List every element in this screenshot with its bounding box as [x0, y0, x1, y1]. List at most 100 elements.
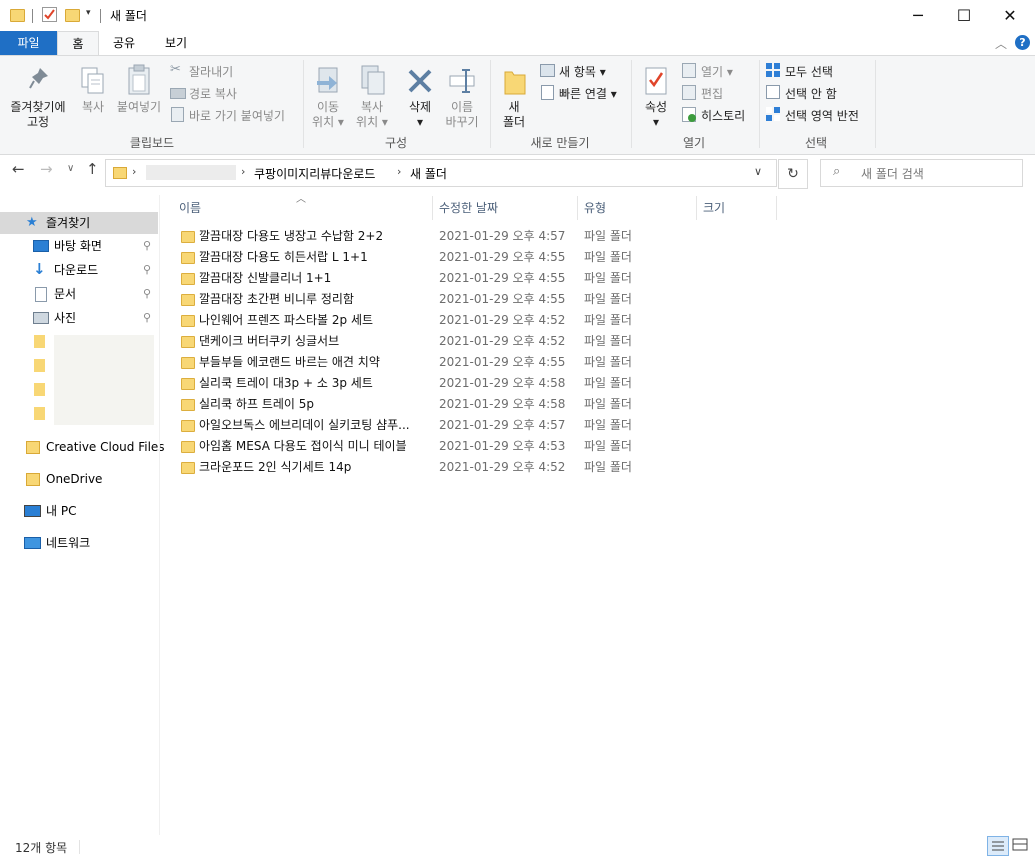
- rename-label: 이름 바꾸기: [445, 100, 479, 129]
- breadcrumb-item[interactable]: 쿠팡이미지리뷰다운로드: [254, 165, 375, 182]
- nav-onedrive[interactable]: OneDrive: [0, 468, 158, 490]
- history-label: 히스토리: [701, 109, 746, 123]
- column-separator[interactable]: [577, 196, 578, 220]
- pin-to-quick-access-button[interactable]: 즐겨찾기에 고정: [4, 60, 72, 130]
- list-item[interactable]: 깔끔대장 초간편 비니루 정리함 2021-01-29 오후 4:55 파일 폴더: [175, 289, 645, 310]
- search-input[interactable]: ⌕ 새 폴더 검색: [820, 159, 1023, 187]
- recent-locations-icon[interactable]: ∨: [67, 163, 74, 174]
- copy-to-button[interactable]: 복사 위치 ▾: [351, 60, 393, 132]
- large-icons-view-icon[interactable]: [1011, 837, 1029, 853]
- paste-shortcut-icon: [171, 107, 184, 122]
- paste-icon: [128, 64, 150, 95]
- copy-button[interactable]: 복사: [76, 60, 110, 130]
- rename-button[interactable]: 이름 바꾸기: [441, 60, 483, 132]
- refresh-icon[interactable]: ↻: [778, 159, 808, 189]
- new-folder-quick-icon[interactable]: [65, 9, 80, 22]
- column-separator[interactable]: [776, 196, 777, 220]
- list-item[interactable]: 아임홈 MESA 다용도 접이식 미니 테이블 2021-01-29 오후 4:5…: [175, 436, 645, 457]
- properties-label: 속성 ▾: [644, 100, 668, 129]
- list-item[interactable]: 깔끔대장 다용도 히든서랍 L 1+1 2021-01-29 오후 4:55 파일 …: [175, 247, 645, 268]
- move-to-button[interactable]: 이동 위치 ▾: [307, 60, 349, 132]
- file-date: 2021-01-29 오후 4:58: [439, 397, 566, 411]
- tab-file[interactable]: 파일: [0, 31, 57, 55]
- delete-label: 삭제 ▾: [408, 100, 432, 129]
- list-item[interactable]: 실리쿡 트레이 대3p + 소 3p 세트 2021-01-29 오후 4:58 파…: [175, 373, 645, 394]
- tab-view[interactable]: 보기: [155, 31, 197, 55]
- delete-icon: [408, 69, 432, 93]
- column-separator[interactable]: [696, 196, 697, 220]
- forward-icon[interactable]: →: [40, 160, 53, 178]
- back-icon[interactable]: ←: [12, 160, 25, 178]
- list-item[interactable]: 아일오브독스 에브리데이 실키코팅 샴푸... 2021-01-29 오후 4:5…: [175, 415, 645, 436]
- properties-quick-icon[interactable]: [42, 7, 57, 22]
- nav-creative-cloud[interactable]: Creative Cloud Files: [0, 436, 165, 458]
- tab-share[interactable]: 공유: [103, 31, 145, 55]
- search-icon: ⌕: [833, 164, 841, 179]
- paste-label: 붙여넣기: [116, 100, 162, 114]
- pane-divider[interactable]: [159, 195, 160, 835]
- column-header-name[interactable]: 이름: [179, 199, 201, 221]
- pin-icon[interactable]: ⚲: [143, 259, 151, 281]
- maximize-icon[interactable]: ☐: [941, 0, 987, 31]
- folder-icon[interactable]: [34, 335, 45, 348]
- edit-icon: [682, 85, 696, 100]
- window-title: 새 폴더: [110, 9, 147, 23]
- nav-pictures[interactable]: 사진 ⚲: [0, 307, 158, 329]
- properties-button[interactable]: 속성 ▾: [636, 60, 676, 132]
- nav-downloads[interactable]: ↓ 다운로드 ⚲: [0, 259, 158, 281]
- new-folder-button[interactable]: 새 폴더: [494, 60, 534, 132]
- column-separator[interactable]: [432, 196, 433, 220]
- folder-icon[interactable]: [34, 383, 45, 396]
- document-icon: [35, 287, 47, 302]
- collapse-ribbon-icon[interactable]: ︿: [995, 35, 1007, 52]
- folder-icon[interactable]: [34, 359, 45, 372]
- open-group-label: 열기: [682, 136, 706, 150]
- pin-icon: [29, 68, 48, 89]
- scissors-icon: ✂: [170, 62, 181, 77]
- column-header-modified[interactable]: 수정한 날짜: [439, 199, 498, 221]
- details-view-icon[interactable]: [987, 836, 1009, 856]
- network-icon: [24, 537, 41, 549]
- list-item[interactable]: 댄케이크 버터쿠키 싱글서브 2021-01-29 오후 4:52 파일 폴더: [175, 331, 645, 352]
- customize-quick-access-icon[interactable]: ▾: [86, 8, 91, 18]
- file-name: 실리쿡 트레이 대3p + 소 3p 세트: [199, 376, 373, 390]
- file-type: 파일 폴더: [584, 292, 632, 306]
- copy-label: 복사: [81, 100, 105, 114]
- pin-icon[interactable]: ⚲: [143, 307, 151, 329]
- delete-button[interactable]: 삭제 ▾: [400, 60, 440, 132]
- folder-icon: [181, 399, 195, 411]
- nav-quick-access[interactable]: ★ 즐겨찾기: [0, 212, 158, 234]
- nav-network[interactable]: 네트워크: [0, 532, 158, 554]
- paste-button[interactable]: 붙여넣기: [114, 60, 164, 130]
- select-none-icon: [766, 85, 780, 99]
- pin-icon[interactable]: ⚲: [143, 283, 151, 305]
- list-item[interactable]: 깔끔대장 다용도 냉장고 수납함 2+2 2021-01-29 오후 4:57 파일…: [175, 226, 645, 247]
- nav-this-pc[interactable]: 내 PC: [0, 500, 158, 522]
- list-item[interactable]: 부들부들 에코랜드 바르는 애견 치약 2021-01-29 오후 4:55 파일 …: [175, 352, 645, 373]
- address-bar[interactable]: › › 쿠팡이미지리뷰다운로드 › 새 폴더 ∨: [105, 159, 777, 187]
- breadcrumb-item[interactable]: 새 폴더: [410, 165, 447, 182]
- list-item[interactable]: 깔끔대장 신발클리너 1+1 2021-01-29 오후 4:55 파일 폴더: [175, 268, 645, 289]
- column-header-size[interactable]: 크기: [703, 199, 725, 221]
- nav-desktop[interactable]: 바탕 화면 ⚲: [0, 235, 158, 257]
- list-item[interactable]: 실리쿡 하프 트레이 5p 2021-01-29 오후 4:58 파일 폴더: [175, 394, 645, 415]
- column-header-type[interactable]: 유형: [584, 199, 606, 221]
- list-item[interactable]: 나인웨어 프렌즈 파스타볼 2p 세트 2021-01-29 오후 4:52 파일 …: [175, 310, 645, 331]
- help-icon[interactable]: ?: [1015, 35, 1030, 50]
- tab-home[interactable]: 홈: [57, 31, 99, 56]
- open-icon: [682, 63, 696, 78]
- copy-icon: [81, 67, 104, 94]
- separator: [79, 840, 80, 854]
- breadcrumb-chevron-icon: ›: [241, 165, 246, 178]
- ribbon-tabs: 파일 홈 공유 보기 ︿ ?: [0, 31, 1035, 56]
- folder-icon: [181, 252, 195, 264]
- list-item[interactable]: 크라운포드 2인 식기세트 14p 2021-01-29 오후 4:52 파일 폴더: [175, 457, 645, 478]
- pin-icon[interactable]: ⚲: [143, 235, 151, 257]
- folder-icon[interactable]: [34, 407, 45, 420]
- pictures-icon: [33, 312, 49, 324]
- nav-documents[interactable]: 문서 ⚲: [0, 283, 158, 305]
- up-icon[interactable]: ↑: [86, 160, 99, 178]
- close-icon[interactable]: ✕: [987, 0, 1033, 31]
- address-dropdown-icon[interactable]: ∨: [754, 165, 762, 178]
- minimize-icon[interactable]: ─: [895, 0, 941, 31]
